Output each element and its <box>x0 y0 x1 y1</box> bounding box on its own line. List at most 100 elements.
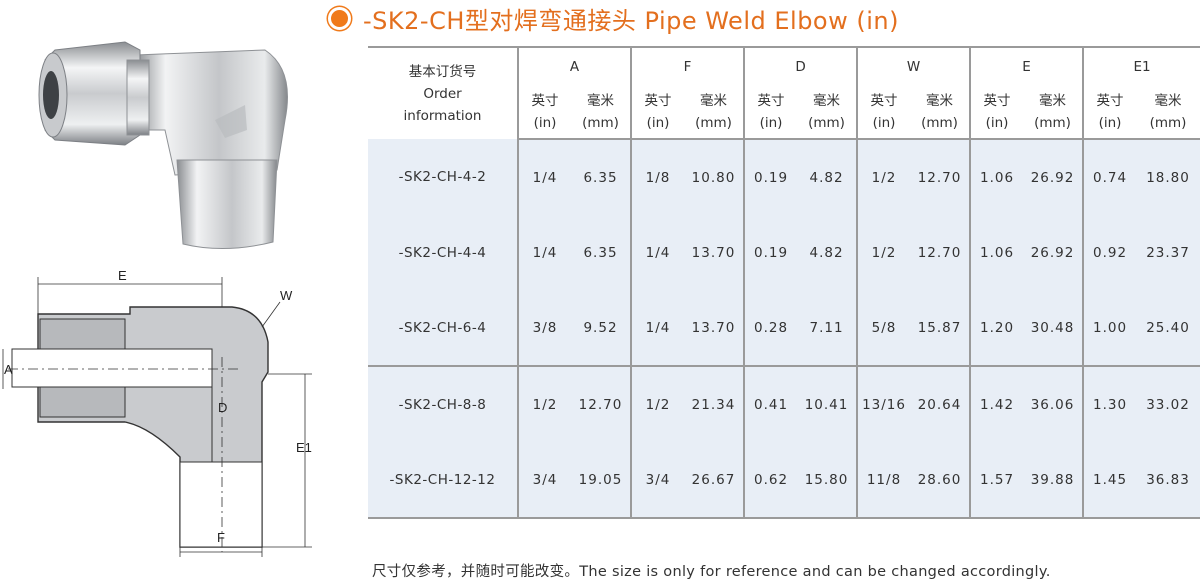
value-cell: 12.70 <box>571 365 631 442</box>
value-cell: 25.40 <box>1136 290 1200 366</box>
value-cell: 1.06 <box>969 139 1024 215</box>
value-cell: 0.92 <box>1082 215 1137 290</box>
value-cell: 3/8 <box>517 290 571 366</box>
value-cell: 6.35 <box>571 139 631 215</box>
value-cell: 1/2 <box>856 215 911 290</box>
group-header-d: D <box>743 46 858 86</box>
value-cell: 18.80 <box>1136 139 1200 215</box>
order-header-en-2: information <box>403 107 482 124</box>
unit-label-zh: 毫米 <box>1039 93 1067 109</box>
value-cell: 1.00 <box>1082 290 1137 366</box>
value-cell: 1/2 <box>517 365 571 442</box>
label-e: E <box>118 268 127 283</box>
label-f: F <box>217 530 225 545</box>
value-cell: 1/4 <box>517 139 571 215</box>
value-cell: 23.37 <box>1136 215 1200 290</box>
value-cell: 19.05 <box>571 442 631 519</box>
value-cell: 12.70 <box>910 215 971 290</box>
unit-header-in: 英寸 (in) <box>517 86 571 140</box>
unit-label-zh: 英寸 <box>757 93 785 109</box>
unit-label: (in) <box>533 115 557 131</box>
value-cell: 5/8 <box>856 290 911 366</box>
value-cell: 0.74 <box>1082 139 1137 215</box>
order-header-zh: 基本订货号 <box>408 63 477 80</box>
group-header-e: E <box>969 46 1084 86</box>
value-cell: 10.41 <box>797 365 858 442</box>
unit-header-mm: 毫米 (mm) <box>684 86 745 140</box>
value-cell: 0.28 <box>743 290 798 366</box>
unit-label-zh: 毫米 <box>813 93 841 109</box>
value-cell: 1.30 <box>1082 365 1137 442</box>
unit-label-zh: 毫米 <box>1154 93 1182 109</box>
label-w: W <box>280 288 293 303</box>
label-e1: E1 <box>296 440 312 455</box>
footnote: 尺寸仅参考，并随时可能改变。The size is only for refer… <box>372 564 1051 580</box>
value-cell: 15.87 <box>910 290 971 366</box>
value-cell: 21.34 <box>684 365 745 442</box>
group-header-a: A <box>517 46 631 86</box>
unit-label: (in) <box>872 115 896 131</box>
value-cell: 0.19 <box>743 215 798 290</box>
unit-label: (mm) <box>1149 115 1187 131</box>
unit-header-mm: 毫米 (mm) <box>1136 86 1200 140</box>
unit-label: (mm) <box>695 115 732 131</box>
value-cell: 1/2 <box>630 365 684 442</box>
unit-header-in: 英寸 (in) <box>856 86 911 140</box>
order-header: 基本订货号 Order information <box>368 46 518 139</box>
order-number-cell: -SK2-CH-8-8 <box>368 365 518 442</box>
value-cell: 36.06 <box>1023 365 1084 442</box>
value-cell: 1.06 <box>969 215 1024 290</box>
value-cell: 20.64 <box>910 365 971 442</box>
unit-header-in: 英寸 (in) <box>1082 86 1137 140</box>
group-header-f: F <box>629 46 745 86</box>
title-text: -SK2-CH型对焊弯通接头 Pipe Weld Elbow (in) <box>363 6 899 35</box>
unit-label-zh: 毫米 <box>700 93 727 109</box>
value-cell: 4.82 <box>797 215 858 290</box>
order-number-cell: -SK2-CH-12-12 <box>368 442 518 519</box>
value-cell: 30.48 <box>1023 290 1084 366</box>
group-header-e1: E1 <box>1082 46 1200 86</box>
value-cell: 6.35 <box>571 215 631 290</box>
title-bullet-icon <box>328 6 351 30</box>
unit-header-mm: 毫米 (mm) <box>910 86 971 140</box>
value-cell: 1.20 <box>969 290 1024 366</box>
value-cell: 0.62 <box>743 442 798 519</box>
value-cell: 26.92 <box>1023 139 1084 215</box>
value-cell: 1.42 <box>969 365 1024 442</box>
unit-label: (mm) <box>1034 115 1071 131</box>
unit-label: (in) <box>1098 115 1122 131</box>
unit-label-zh: 英寸 <box>531 93 559 109</box>
value-cell: 1/4 <box>630 215 684 290</box>
unit-label-zh: 英寸 <box>1096 93 1124 109</box>
dimension-drawing: E W A D E1 F <box>2 268 312 557</box>
unit-label: (mm) <box>808 115 845 131</box>
spec-table: 基本订货号 Order information A F D W E E1 英寸 (… <box>368 46 1200 519</box>
value-cell: 3/4 <box>630 442 684 519</box>
value-cell: 0.41 <box>743 365 798 442</box>
order-number-cell: -SK2-CH-4-2 <box>368 139 518 215</box>
unit-label-zh: 英寸 <box>983 93 1011 109</box>
unit-label: (in) <box>985 115 1009 131</box>
label-a: A <box>4 362 13 377</box>
value-cell: 10.80 <box>684 139 745 215</box>
table-row: -SK2-CH-4-4 1/4 6.35 1/4 13.70 0.19 4.82 1/2 12.… <box>368 215 1200 290</box>
value-cell: 0.19 <box>743 139 798 215</box>
unit-label-zh: 毫米 <box>587 93 614 109</box>
value-cell: 1.57 <box>969 442 1024 519</box>
value-cell: 36.83 <box>1136 442 1200 519</box>
unit-header-in: 英寸 (in) <box>743 86 798 140</box>
unit-header-in: 英寸 (in) <box>630 86 684 140</box>
order-header-en-1: Order <box>423 85 462 102</box>
product-photo <box>38 41 288 249</box>
value-cell: 15.80 <box>797 442 858 519</box>
unit-label: (in) <box>759 115 783 131</box>
order-number-cell: -SK2-CH-6-4 <box>368 290 518 366</box>
value-cell: 33.02 <box>1136 365 1200 442</box>
unit-header-mm: 毫米 (mm) <box>571 86 631 140</box>
value-cell: 26.67 <box>684 442 745 519</box>
value-cell: 1.45 <box>1082 442 1137 519</box>
table-row: -SK2-CH-12-12 3/4 19.05 3/4 26.67 0.62 15.80 11… <box>368 442 1200 519</box>
value-cell: 3/4 <box>517 442 571 519</box>
page-title: -SK2-CH型对焊弯通接头 Pipe Weld Elbow (in) <box>328 2 899 35</box>
unit-header-in: 英寸 (in) <box>969 86 1024 140</box>
